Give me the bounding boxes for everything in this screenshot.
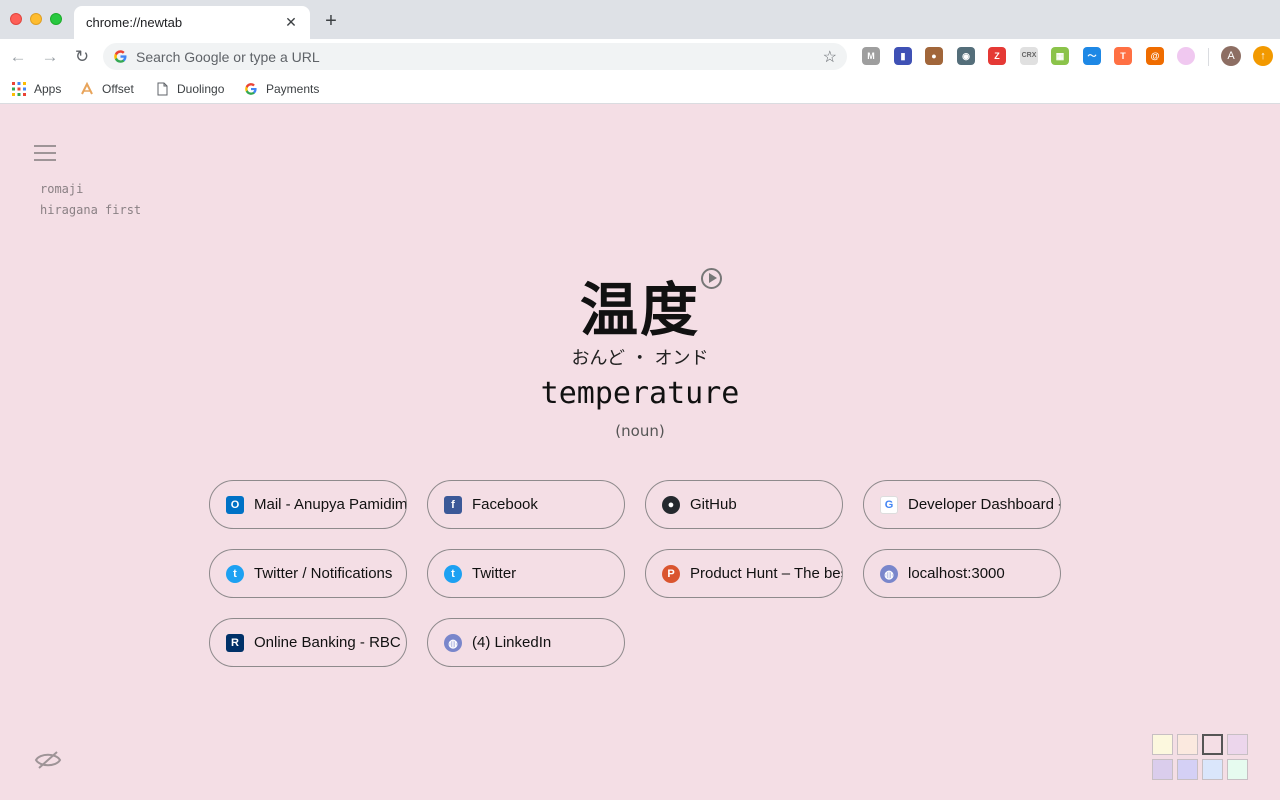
bookmark-label: Duolingo [177, 82, 225, 96]
word-reading: おんど ・ オンド [571, 348, 709, 369]
reload-icon[interactable]: ↻ [70, 45, 94, 69]
shortcut-label: GitHub [690, 496, 737, 513]
word-meaning: temperature [540, 376, 740, 411]
page-icon [157, 82, 168, 96]
theme-swatch[interactable] [1227, 734, 1248, 755]
toolbar: ← → ↻ ☆ A ↑ M ▮ ● ◉ Z CRX ▦ 〜 T @ [0, 39, 1280, 74]
google-icon [114, 50, 127, 63]
romaji-option[interactable]: romaji [40, 182, 83, 196]
shortcut-label: Product Hunt – The best new products [690, 565, 842, 582]
owl-extension-icon[interactable]: ◉ [957, 47, 975, 65]
colorful-extension-icon[interactable]: T [1114, 47, 1132, 65]
bookmark-label: Payments [266, 82, 320, 96]
wave-extension-icon[interactable]: 〜 [1083, 47, 1101, 65]
word-kanji: 温度 [579, 276, 700, 344]
back-arrow-icon[interactable]: ← [6, 45, 30, 69]
bookmark-offset[interactable]: Offset [80, 80, 134, 98]
theme-swatch[interactable] [1177, 759, 1198, 780]
theme-swatch[interactable] [1227, 759, 1248, 780]
theme-swatch[interactable] [1177, 734, 1198, 755]
close-icon[interactable]: ✕ [282, 13, 300, 31]
outlook-icon: O [226, 496, 244, 514]
shortcut-tile[interactable]: ◍ (4) LinkedIn [427, 618, 625, 667]
window-minimize-button[interactable] [30, 13, 42, 25]
theme-swatch[interactable] [1202, 734, 1223, 755]
window-maximize-button[interactable] [50, 13, 62, 25]
apps-grid-icon [12, 82, 26, 96]
crx-extension-icon[interactable]: CRX [1020, 47, 1038, 65]
globe-icon: ◍ [444, 634, 462, 652]
bookmarks-bar: Apps Offset Duolingo Payments [0, 74, 1280, 104]
shortcut-label: Facebook [472, 496, 538, 513]
shortcut-label: localhost:3000 [908, 565, 1005, 582]
pink-circle-extension-icon[interactable] [1177, 47, 1195, 65]
facebook-icon: f [444, 496, 462, 514]
mercury-reader-icon[interactable]: M [862, 47, 880, 65]
shortcut-label: Developer Dashboard - Chrome [908, 496, 1060, 513]
omnibox[interactable]: ☆ [103, 43, 847, 70]
offset-icon [81, 82, 93, 95]
bookmark-payments[interactable]: Payments [244, 80, 319, 98]
toolbar-divider [1208, 48, 1209, 66]
omnibox-input[interactable] [136, 43, 816, 70]
shortcut-label: (4) LinkedIn [472, 634, 552, 651]
window-close-button[interactable] [10, 13, 22, 25]
newtab-page: romaji hiragana first 温度 おんど ・ オンド tempe… [0, 105, 1280, 800]
shortcut-tile[interactable]: t Twitter [427, 549, 625, 598]
charts-extension-icon[interactable]: ▮ [894, 47, 912, 65]
bookmark-duolingo[interactable]: Duolingo [155, 80, 224, 98]
shortcut-label: Twitter / Notifications [254, 565, 393, 582]
bookmark-label: Apps [34, 82, 62, 96]
theme-swatch[interactable] [1152, 734, 1173, 755]
new-tab-button[interactable]: + [320, 10, 342, 32]
grid-extension-icon[interactable]: ▦ [1051, 47, 1069, 65]
part-of-speech: (noun) [615, 422, 665, 440]
theme-swatch[interactable] [1202, 759, 1223, 780]
shortcut-label: Twitter [472, 565, 517, 582]
hide-eye-icon[interactable] [34, 750, 62, 770]
google-icon: G [880, 496, 898, 514]
tab-title: chrome://newtab [86, 15, 183, 30]
product-hunt-icon: P [662, 565, 680, 583]
bookmark-apps[interactable]: Apps [12, 80, 61, 98]
twitter-icon: t [226, 565, 244, 583]
shortcut-tile[interactable]: t Twitter / Notifications [209, 549, 407, 598]
twitter-icon: t [444, 565, 462, 583]
globe-icon: ◍ [880, 565, 898, 583]
bookmark-star-icon[interactable]: ☆ [823, 47, 837, 67]
update-icon[interactable]: ↑ [1253, 46, 1273, 66]
cookie-extension-icon[interactable]: ● [925, 47, 943, 65]
shortcut-tile[interactable]: P Product Hunt – The best new products [645, 549, 843, 598]
tab-strip: chrome://newtab ✕ + [0, 0, 1280, 39]
github-icon: ● [662, 496, 680, 514]
shortcut-tile[interactable]: ◍ localhost:3000 [863, 549, 1061, 598]
play-audio-icon[interactable] [701, 268, 722, 289]
rbc-icon: R [226, 634, 244, 652]
zotero-extension-icon[interactable]: Z [988, 47, 1006, 65]
shortcut-tile[interactable]: G Developer Dashboard - Chrome [863, 480, 1061, 529]
hiragana-first-option[interactable]: hiragana first [40, 203, 141, 217]
forward-arrow-icon[interactable]: → [38, 45, 62, 69]
shortcut-tile[interactable]: ● GitHub [645, 480, 843, 529]
spiral-extension-icon[interactable]: @ [1146, 47, 1164, 65]
google-icon [245, 83, 257, 95]
menu-icon[interactable] [34, 145, 56, 161]
theme-swatch[interactable] [1152, 759, 1173, 780]
theme-swatches [1152, 734, 1250, 780]
tab-newtab[interactable]: chrome://newtab ✕ [74, 6, 310, 39]
shortcut-label: Online Banking - RBC Royal Bank [254, 634, 406, 651]
shortcut-tile[interactable]: f Facebook [427, 480, 625, 529]
shortcut-tile[interactable]: O Mail - Anupya Pamidimukkala [209, 480, 407, 529]
profile-avatar[interactable]: A [1221, 46, 1241, 66]
bookmark-label: Offset [102, 82, 134, 96]
shortcut-label: Mail - Anupya Pamidimukkala [254, 496, 407, 513]
shortcut-tile[interactable]: R Online Banking - RBC Royal Bank [209, 618, 407, 667]
